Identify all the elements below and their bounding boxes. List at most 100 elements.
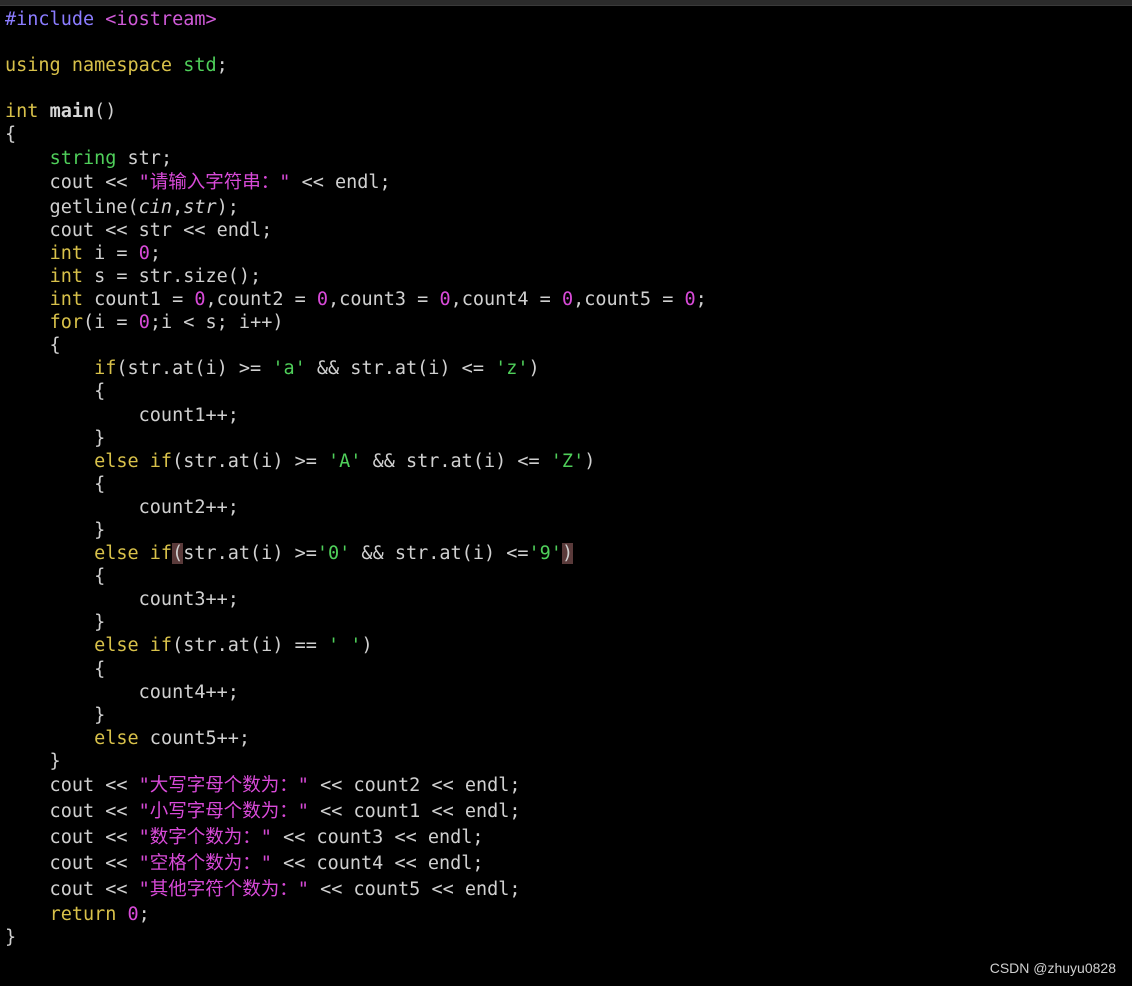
code-line[interactable]: }: [5, 926, 707, 949]
code-token: ,count5 =: [573, 289, 685, 311]
code-token: "数字个数为：": [138, 827, 272, 848]
code-token: cout <<: [5, 775, 139, 796]
code-line[interactable]: string str;: [5, 147, 707, 170]
code-token: ,count2 =: [205, 289, 317, 311]
code-token: ' ': [328, 635, 362, 657]
code-token: else if: [94, 635, 173, 657]
code-line[interactable]: using namespace std;: [5, 54, 707, 77]
code-token: string: [49, 147, 117, 169]
code-token: (i =: [82, 312, 139, 334]
code-line[interactable]: {: [5, 123, 707, 146]
code-line[interactable]: return 0;: [5, 903, 707, 926]
code-token: 0: [127, 904, 139, 925]
code-line[interactable]: cout << str << endl;: [5, 219, 707, 242]
code-token: ,count3 =: [328, 289, 440, 311]
code-token: getline(: [5, 196, 139, 218]
code-line[interactable]: count2++;: [5, 496, 707, 519]
code-token: << count3 << endl;: [271, 827, 484, 848]
code-token: 'A': [328, 450, 362, 472]
code-line[interactable]: cout << "其他字符个数为：" << count5 << endl;: [5, 877, 707, 903]
code-token: }: [5, 612, 106, 634]
code-token: << count2 << endl;: [308, 775, 521, 796]
code-line[interactable]: }: [5, 704, 707, 727]
code-token: <iostream>: [105, 9, 217, 30]
code-line[interactable]: count1++;: [5, 404, 707, 427]
code-editor[interactable]: #include <iostream> using namespace std;…: [0, 0, 1132, 986]
code-line[interactable]: cout << "小写字母个数为：" << count1 << endl;: [5, 799, 707, 825]
code-line[interactable]: int s = str.size();: [5, 265, 707, 288]
code-token: (str.at(i) ==: [172, 635, 329, 657]
code-token: int: [49, 265, 83, 287]
code-line[interactable]: {: [5, 473, 707, 496]
code-token: {: [5, 335, 61, 357]
code-line[interactable]: {: [5, 334, 707, 357]
code-line[interactable]: cout << "请输入字符串：" << endl;: [5, 170, 707, 196]
code-line[interactable]: int i = 0;: [5, 242, 707, 265]
code-line[interactable]: else count5++;: [5, 727, 707, 750]
code-line[interactable]: count3++;: [5, 588, 707, 611]
code-token: 0: [561, 289, 574, 311]
code-line[interactable]: count4++;: [5, 681, 707, 704]
code-line[interactable]: [5, 31, 707, 54]
code-token: {: [5, 381, 106, 403]
code-token: count1 =: [82, 289, 195, 311]
code-token: cout <<: [5, 171, 139, 193]
code-token: << endl;: [290, 171, 391, 193]
code-token: ;: [695, 289, 707, 311]
code-token: int: [5, 101, 50, 123]
code-line[interactable]: }: [5, 750, 707, 773]
code-token: {: [5, 658, 106, 680]
code-token: count1++;: [5, 404, 239, 426]
code-line[interactable]: cout << "数字个数为：" << count3 << endl;: [5, 825, 707, 851]
code-line[interactable]: if(str.at(i) >= 'a' && str.at(i) <= 'z'): [5, 357, 707, 380]
code-line[interactable]: {: [5, 380, 707, 403]
code-line[interactable]: cout << "空格个数为：" << count4 << endl;: [5, 851, 707, 877]
code-token: using namespace: [5, 55, 184, 77]
code-line[interactable]: {: [5, 658, 707, 681]
code-token: ): [528, 358, 540, 380]
code-line[interactable]: }: [5, 611, 707, 634]
code-token: }: [5, 927, 17, 949]
code-token: int: [49, 289, 83, 311]
code-token: if: [94, 358, 117, 380]
code-line[interactable]: else if(str.at(i) >= 'A' && str.at(i) <=…: [5, 450, 707, 473]
code-line[interactable]: getline(cin,str);: [5, 196, 707, 219]
code-token: "空格个数为：": [138, 853, 272, 874]
code-token: else if: [94, 543, 173, 565]
code-token: count5++;: [138, 727, 251, 749]
code-token: }: [5, 750, 61, 772]
code-line[interactable]: }: [5, 519, 707, 542]
code-token: cout <<: [5, 879, 139, 900]
code-token: 'Z': [550, 450, 585, 472]
code-token: else if: [94, 450, 173, 472]
code-token: "大写字母个数为：": [138, 775, 309, 796]
code-token: ;: [149, 242, 161, 264]
code-token: {: [5, 566, 106, 588]
code-line[interactable]: else if(str.at(i) == ' '): [5, 634, 707, 657]
code-token: ): [561, 543, 574, 565]
code-line[interactable]: [5, 77, 707, 100]
code-line[interactable]: cout << "大写字母个数为：" << count2 << endl;: [5, 773, 707, 799]
code-line[interactable]: }: [5, 427, 707, 450]
code-line[interactable]: int main(): [5, 100, 707, 123]
code-token: 0: [194, 289, 206, 311]
code-line[interactable]: {: [5, 565, 707, 588]
code-token: {: [5, 124, 17, 146]
code-line[interactable]: else if(str.at(i) >='0' && str.at(i) <='…: [5, 542, 707, 565]
code-line[interactable]: int count1 = 0,count2 = 0,count3 = 0,cou…: [5, 288, 707, 311]
code-token: str;: [116, 147, 173, 169]
code-token: int: [49, 242, 83, 264]
code-token: ;i < s; i++): [149, 312, 284, 334]
code-area[interactable]: #include <iostream> using namespace std;…: [5, 8, 707, 949]
code-line[interactable]: for(i = 0;i < s; i++): [5, 311, 707, 334]
code-token: );: [216, 196, 239, 218]
code-line[interactable]: #include <iostream>: [5, 8, 707, 31]
